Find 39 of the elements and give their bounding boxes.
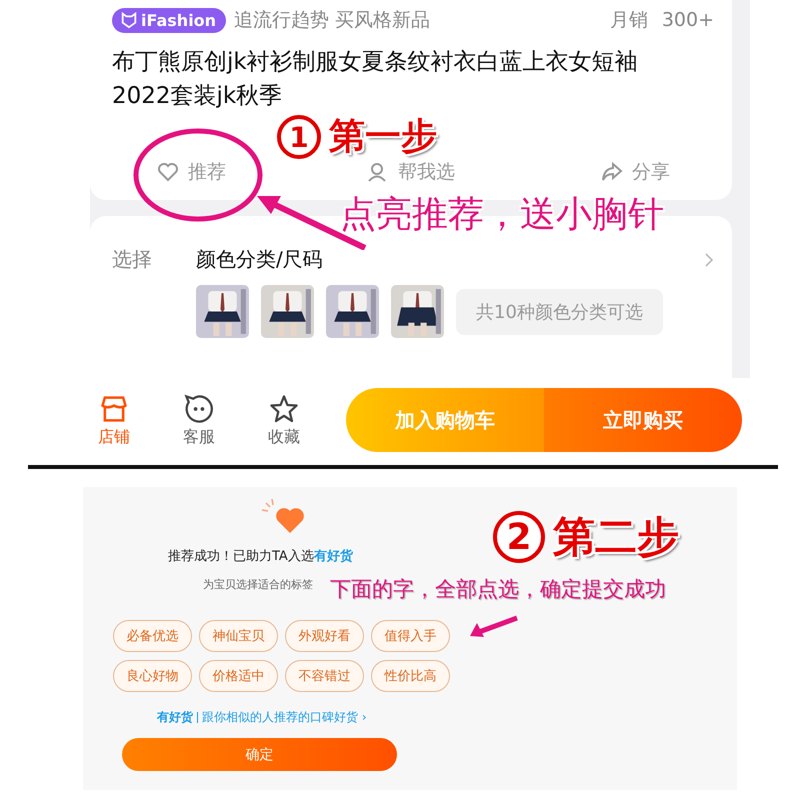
step-note: 下面的字，全部点选，确定提交成功 [330,576,666,603]
face-bubble-icon [183,392,215,424]
tag-chip[interactable]: 不容错过 [285,660,364,692]
step-note: 点亮推荐，送小胸针 [340,193,664,237]
action-button[interactable]: 帮我选 [366,159,455,185]
step-title: 第一步 [329,116,437,158]
tag-chip[interactable]: 价格适中 [199,660,278,692]
add-to-cart-button[interactable]: 加入购物车 [346,388,544,452]
toolbar-item[interactable]: 店铺 [74,392,154,448]
pointer-arrow [469,615,519,639]
toolbar-item[interactable]: 收藏 [244,392,324,448]
confirm-button[interactable]: 确定 [122,738,397,771]
slogan: 追流行趋势 买风格新品 [234,8,430,33]
heart-icon [156,160,180,184]
action-button[interactable]: 分享 [600,159,670,185]
recommend-link[interactable]: 跟你相似的人推荐的口碑好货 › [202,709,367,726]
option-label: 选择 [112,246,153,273]
option-title[interactable]: 颜色分类/尺码 [196,246,323,273]
step-number: 2 [493,511,545,563]
toolbar-item[interactable]: 客服 [159,392,239,448]
star-icon [268,392,300,424]
brand-label: 有好货 [157,709,193,726]
tag-chip[interactable]: 外观好看 [285,620,364,652]
tag-prompt: 为宝贝选择适合的标签 [203,577,313,592]
buy-now-button[interactable]: 立即购买 [544,388,742,452]
tag-chip[interactable]: 必备优选 [113,620,192,652]
sales-label: 月销 [610,8,648,33]
fox-icon [120,11,138,29]
tag-chip[interactable]: 良心好物 [113,660,192,692]
success-message: 推荐成功！已助力TA入选有好货 [168,548,353,565]
tag-chip[interactable]: 神仙宝贝 [199,620,278,652]
action-button[interactable]: 推荐 [156,159,226,185]
tag-chip[interactable]: 值得入手 [371,620,450,652]
product-title: 布丁熊原创jk衬衫制服女夏条纹衬衣白蓝上衣女短袖2022套装jk秋季 [112,48,639,111]
tag-chip[interactable]: 性价比高 [371,660,450,692]
sales-count: 300+ [662,9,714,31]
ifashion-badge: iFashion [112,8,226,32]
step-title: 第二步 [553,513,679,561]
more-options-chip[interactable]: 共10种颜色分类可选 [456,288,663,334]
